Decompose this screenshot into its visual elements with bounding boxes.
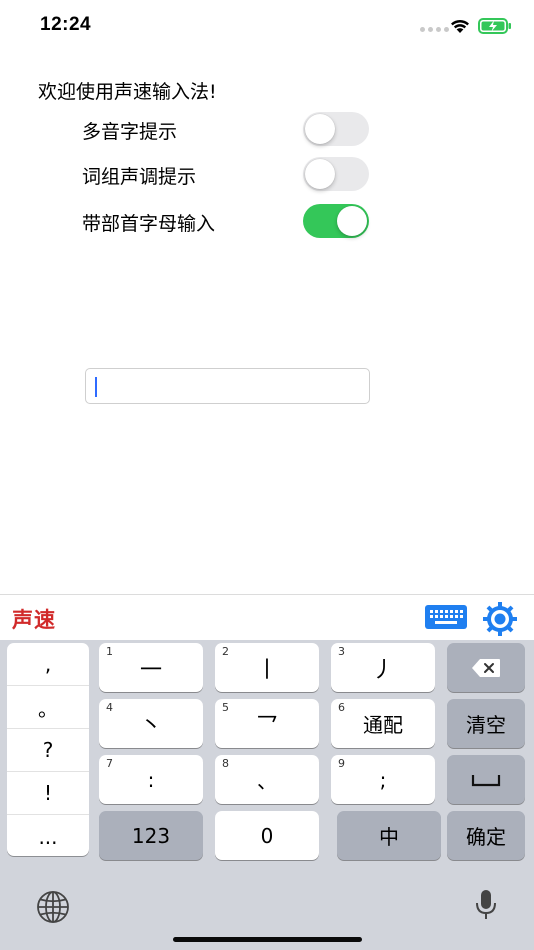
status-time: 12:24 bbox=[40, 14, 92, 35]
gear-icon[interactable] bbox=[483, 602, 517, 636]
space-key[interactable] bbox=[447, 755, 525, 804]
key-6-label: 通配 bbox=[363, 713, 403, 737]
setting-label-radical-input: 带部首字母输入 bbox=[82, 213, 216, 235]
key-8[interactable]: 8 、 bbox=[215, 755, 319, 804]
confirm-key-label: 确定 bbox=[466, 825, 506, 849]
home-indicator[interactable] bbox=[173, 937, 362, 942]
globe-icon[interactable] bbox=[36, 890, 70, 924]
keyboard: , 。 ? ! ... 1 一 2 丨 3 丿 4 丶 5 乛 6 通配 清空 bbox=[0, 640, 534, 950]
setting-row-polyphonic: 多音字提示 bbox=[82, 112, 372, 148]
chinese-mode-key[interactable]: 中 bbox=[337, 811, 441, 860]
toggle-polyphonic[interactable] bbox=[303, 112, 369, 146]
clear-key-label: 清空 bbox=[466, 713, 506, 737]
key-6-wildcard[interactable]: 6 通配 bbox=[331, 699, 435, 748]
key-1-label: 一 bbox=[139, 657, 162, 683]
keyboard-brand: 声速 bbox=[12, 608, 56, 632]
key-2[interactable]: 2 丨 bbox=[215, 643, 319, 692]
setting-row-phrase-tone: 词组声调提示 bbox=[82, 157, 372, 193]
key-5-label: 乛 bbox=[255, 713, 278, 739]
key-4-label: 丶 bbox=[139, 713, 162, 739]
punctuation-column: , 。 ? ! ... bbox=[7, 643, 89, 856]
key-1[interactable]: 1 一 bbox=[99, 643, 203, 692]
key-9-label: ; bbox=[379, 767, 387, 792]
keyboard-toolbar: 声速 bbox=[0, 594, 534, 640]
cellular-signal-icon bbox=[420, 27, 449, 32]
toggle-radical-input[interactable] bbox=[303, 204, 369, 238]
key-0[interactable]: 0 bbox=[215, 811, 319, 860]
wifi-icon bbox=[451, 19, 469, 33]
numbers-key[interactable]: 123 bbox=[99, 811, 203, 860]
setting-label-polyphonic: 多音字提示 bbox=[82, 121, 178, 143]
key-9[interactable]: 9 ; bbox=[331, 755, 435, 804]
text-input-field[interactable] bbox=[85, 368, 370, 404]
backspace-icon bbox=[472, 658, 500, 677]
key-4[interactable]: 4 丶 bbox=[99, 699, 203, 748]
key-3[interactable]: 3 丿 bbox=[331, 643, 435, 692]
punct-exclamation[interactable]: ! bbox=[7, 772, 89, 815]
key-2-label: 丨 bbox=[255, 657, 278, 683]
punct-ellipsis[interactable]: ... bbox=[7, 815, 89, 858]
space-icon bbox=[471, 774, 501, 786]
confirm-key[interactable]: 确定 bbox=[447, 811, 525, 860]
keyboard-icon[interactable] bbox=[425, 605, 467, 629]
key-7[interactable]: 7 : bbox=[99, 755, 203, 804]
clear-key[interactable]: 清空 bbox=[447, 699, 525, 748]
key-7-label: : bbox=[147, 767, 155, 792]
microphone-icon[interactable] bbox=[474, 888, 498, 922]
key-3-label: 丿 bbox=[371, 657, 394, 683]
status-bar: 12:24 bbox=[0, 0, 534, 50]
punct-comma[interactable]: , bbox=[7, 643, 89, 686]
text-caret bbox=[95, 377, 97, 397]
key-0-label: 0 bbox=[260, 823, 274, 848]
setting-label-phrase-tone: 词组声调提示 bbox=[82, 166, 197, 188]
chinese-mode-label: 中 bbox=[379, 825, 399, 849]
key-5[interactable]: 5 乛 bbox=[215, 699, 319, 748]
battery-charging-icon bbox=[478, 18, 511, 34]
setting-row-radical-input: 带部首字母输入 bbox=[82, 204, 372, 240]
backspace-key[interactable] bbox=[447, 643, 525, 692]
numbers-key-label: 123 bbox=[131, 823, 171, 848]
punct-question[interactable]: ? bbox=[7, 729, 89, 772]
toggle-phrase-tone[interactable] bbox=[303, 157, 369, 191]
punct-period[interactable]: 。 bbox=[7, 686, 89, 729]
welcome-text: 欢迎使用声速输入法! bbox=[38, 81, 217, 103]
key-8-label: 、 bbox=[257, 769, 277, 793]
